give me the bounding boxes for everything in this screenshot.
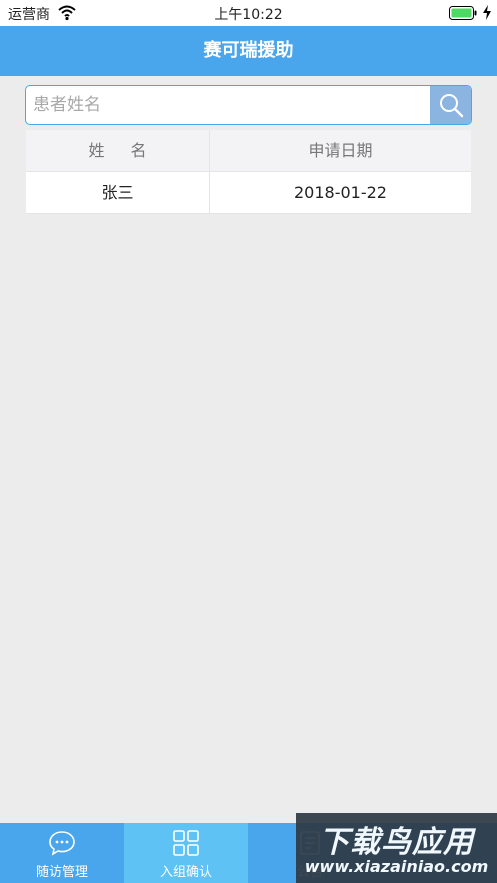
- nav-bar: 赛可瑞援助: [0, 26, 497, 76]
- status-time: 上午10:22: [214, 7, 283, 23]
- chat-bubble-icon: [49, 831, 75, 856]
- table-header-row: 姓名 申请日期: [26, 130, 471, 172]
- column-header-date: 申请日期: [308, 141, 373, 160]
- tab-label: 入组确认: [159, 865, 212, 880]
- charging-bolt-icon: [482, 5, 492, 20]
- tab-label: 随访管理: [35, 865, 88, 880]
- search-button[interactable]: [430, 86, 471, 124]
- grid-icon: [173, 830, 199, 856]
- search-icon: [440, 94, 464, 118]
- watermark-url: www.xiazainiao.com: [304, 857, 489, 876]
- search-bar: [25, 85, 472, 125]
- patient-name-cell: 张三: [26, 172, 210, 214]
- status-bar: 运营商 上午10:22: [0, 0, 497, 26]
- application-table: 姓名 申请日期 张三 2018-01-22: [26, 130, 471, 214]
- table-row[interactable]: 张三 2018-01-22: [26, 172, 471, 214]
- tab-follow-up[interactable]: 随访管理: [0, 823, 124, 883]
- application-date-cell: 2018-01-22: [294, 183, 387, 202]
- tab-enrollment-confirm[interactable]: 入组确认: [124, 823, 248, 883]
- watermark-title: 下载鸟应用: [319, 825, 474, 860]
- patient-name-search-input[interactable]: [26, 86, 431, 124]
- page-title: 赛可瑞援助: [203, 40, 294, 61]
- column-header-name: 姓名: [26, 130, 210, 172]
- watermark-logo: 下载鸟应用 www.xiazainiao.com: [296, 813, 497, 883]
- battery-icon: [449, 6, 477, 20]
